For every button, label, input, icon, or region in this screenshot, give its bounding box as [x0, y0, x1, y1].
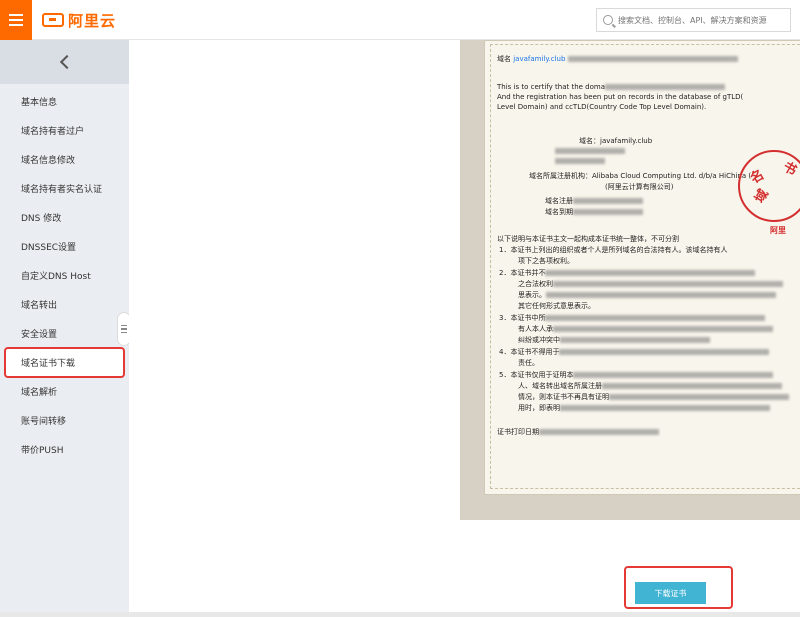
brand-text: 阿里云	[68, 11, 117, 30]
sidebar-item-cert-download[interactable]: 域名证书下载	[4, 347, 125, 378]
cert-note-5: 5．本证书仅用于证明本	[499, 370, 774, 380]
sidebar-item-holder-transfer[interactable]: 域名持有者过户	[0, 116, 129, 145]
cert-print-date: 证书打印日期	[497, 427, 659, 437]
sidebar-item-dns-resolve[interactable]: 域名解析	[0, 377, 129, 406]
sidebar-item-security[interactable]: 安全设置	[0, 319, 129, 348]
search-icon[interactable]	[603, 15, 613, 25]
cert-note-4: 4．本证书不得用于	[499, 347, 770, 357]
chevron-left-icon	[59, 54, 74, 70]
top-bar: 阿里云	[0, 0, 800, 40]
cert-note-3b: 有人本人承	[518, 324, 773, 334]
cert-note-2d: 其它任何形式意思表示。	[518, 302, 595, 310]
download-certificate-button[interactable]: 下载证书	[635, 582, 706, 604]
sidebar-item-basic-info[interactable]: 基本信息	[0, 87, 129, 116]
sidebar-item-dns-modify[interactable]: DNS 修改	[0, 203, 129, 232]
cert-note-1b: 项下之各项权利。	[518, 257, 574, 265]
back-button[interactable]	[0, 40, 129, 84]
aliyun-logo-mark	[42, 13, 64, 27]
cert-tld-line: Level Domain) and ccTLD(Country Code Top…	[497, 103, 707, 111]
search-input[interactable]	[618, 15, 788, 25]
menu-icon	[121, 325, 127, 333]
cert-field-domain: 域名：javafamily.club	[579, 137, 653, 145]
sidebar-item-transfer-out[interactable]: 域名转出	[0, 290, 129, 319]
cert-field-blurred-2	[555, 156, 605, 166]
cert-note-3c: 纠纷或冲突中	[518, 335, 710, 345]
sidebar-item-info-modify[interactable]: 域名信息修改	[0, 145, 129, 174]
cert-note-3: 3．本证书中所	[499, 313, 766, 323]
cert-certify-line: This is to certify that the doma	[497, 82, 726, 92]
cert-registration-line: And the registration has been put on rec…	[497, 93, 744, 101]
cert-field-registrar: 域名所属注册机构：Alibaba Cloud Computing Ltd. d/…	[529, 172, 752, 180]
official-seal: 域 名 书	[738, 150, 800, 222]
aliyun-logo[interactable]: 阿里云	[42, 9, 116, 31]
cert-note-1: 1．本证书上列出的组织或者个人是所列域名的合法持有人。该域名持有人	[499, 246, 728, 254]
sidebar-item-custom-dns-host[interactable]: 自定义DNS Host	[0, 261, 129, 290]
cert-note-2b: 之合法权利	[518, 279, 783, 289]
cert-field-blurred-1	[555, 146, 625, 156]
cert-note-5c: 情况，则本证书不再具有证明	[518, 392, 789, 402]
horizontal-scrollbar[interactable]	[0, 612, 800, 617]
sidebar-item-real-name-auth[interactable]: 域名持有者实名认证	[0, 174, 129, 203]
cert-note-4b: 责任。	[518, 359, 539, 367]
cert-notes-title: 以下说明与本证书主文一起构成本证书统一整体，不可分割	[497, 235, 679, 243]
cert-note-2: 2．本证书并不	[499, 268, 756, 278]
search-box[interactable]	[596, 8, 791, 32]
cert-note-2c: 思表示。	[518, 290, 776, 300]
menu-icon[interactable]	[0, 0, 32, 40]
cert-field-exp-date: 域名到期	[545, 207, 643, 217]
cert-domain-line: 域名 javafamily.club	[497, 54, 738, 64]
sidebar-item-account-transfer[interactable]: 账号间转移	[0, 406, 129, 435]
cert-field-reg-date: 域名注册	[545, 196, 643, 206]
sidebar-item-priced-push[interactable]: 带价PUSH	[0, 435, 129, 464]
sidebar: 基本信息 域名持有者过户 域名信息修改 域名持有者实名认证 DNS 修改 DNS…	[0, 40, 129, 617]
cert-note-5d: 用时，即表明	[518, 403, 770, 413]
cert-note-5b: 人、域名转出域名所属注册	[518, 381, 782, 391]
sidebar-item-dnssec[interactable]: DNSSEC设置	[0, 232, 129, 261]
sidebar-nav: 基本信息 域名持有者过户 域名信息修改 域名持有者实名认证 DNS 修改 DNS…	[0, 87, 129, 464]
cert-field-registrar-cn: (阿里云计算有限公司)	[605, 183, 674, 191]
seal-brand-mark: 阿里	[770, 226, 786, 235]
